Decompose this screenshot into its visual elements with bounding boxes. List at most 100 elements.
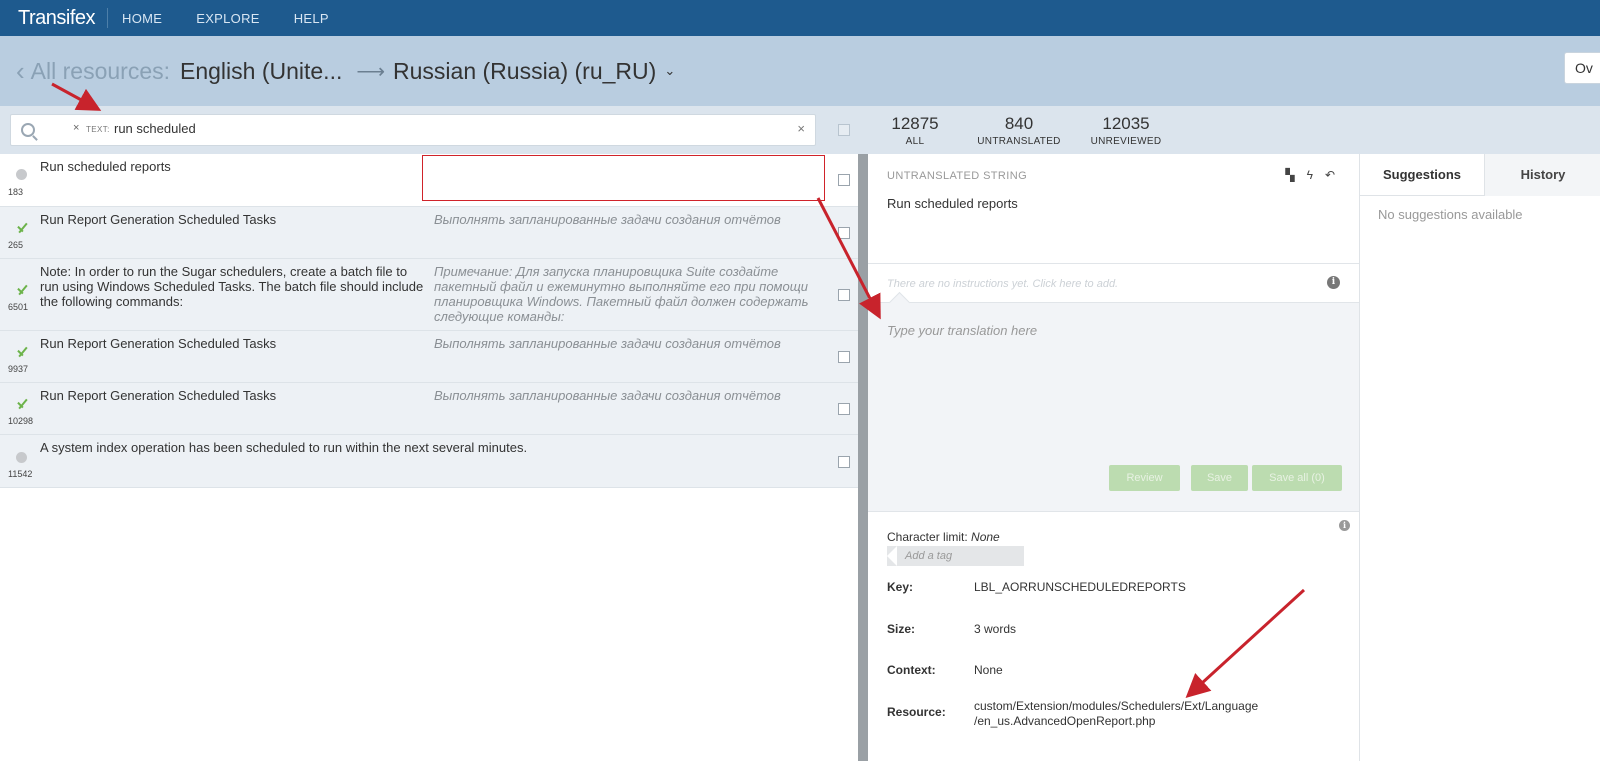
stat-untranslated-label: UNTRANSLATED xyxy=(977,136,1061,147)
untranslated-status-icon xyxy=(16,169,27,180)
translation-string: Выполнять запланированные задачи создани… xyxy=(434,212,781,227)
string-id: 183 xyxy=(8,187,24,197)
translation-placeholder: Type your translation here xyxy=(887,323,1038,338)
character-limit: Character limit: None xyxy=(887,530,1000,544)
source-string: A system index operation has been schedu… xyxy=(40,440,528,455)
source-language: English (Unite... xyxy=(180,57,343,84)
string-row[interactable]: 183 Run scheduled reports xyxy=(0,154,858,207)
string-row[interactable]: 11542 A system index operation has been … xyxy=(0,435,858,488)
pane-splitter[interactable] xyxy=(858,154,868,761)
source-text: Run scheduled reports xyxy=(887,196,1018,211)
lightning-icon[interactable]: ϟ xyxy=(1307,168,1313,182)
row-checkbox[interactable] xyxy=(838,289,850,301)
meta-resource-value-line1: custom/Extension/modules/Schedulers/Ext/… xyxy=(974,699,1259,713)
meta-resource-label: Resource: xyxy=(887,705,946,719)
stat-untranslated-count: 840 xyxy=(1004,114,1034,133)
add-tag-input[interactable]: Add a tag xyxy=(887,546,1024,566)
filter-bar: × TEXT: run scheduled × 12875 ALL 840 UN… xyxy=(0,106,1600,154)
string-id: 6501 xyxy=(8,302,29,312)
filter-tag-value: run scheduled xyxy=(114,121,196,136)
nav-link-home[interactable]: HOME xyxy=(122,11,162,26)
meta-key-label: Key: xyxy=(887,580,914,594)
save-all-button[interactable]: Save all (0) xyxy=(1252,465,1342,491)
nav-link-explore[interactable]: EXPLORE xyxy=(196,11,260,26)
string-id: 9937 xyxy=(8,364,29,374)
string-row[interactable]: 265 Run Report Generation Scheduled Task… xyxy=(0,207,858,259)
source-panel: UNTRANSLATED STRING ▚ ϟ ↶ Run scheduled … xyxy=(868,154,1359,264)
instructions-text: There are no instructions yet. Click her… xyxy=(887,278,1119,290)
meta-resource-value-line2: /en_us.AdvancedOpenReport.php xyxy=(974,714,1156,728)
checkmark-icon xyxy=(15,400,29,410)
overview-button[interactable]: Ov xyxy=(1564,52,1600,84)
suggestions-panel: Suggestions History No suggestions avail… xyxy=(1359,154,1600,761)
string-row[interactable]: 10298 Run Report Generation Scheduled Ta… xyxy=(0,383,858,435)
stat-unreviewed-label: UNREVIEWED xyxy=(1090,136,1162,147)
checkmark-icon xyxy=(15,224,29,234)
resource-header: ‹ All resources: English (Unite... ⟶ Rus… xyxy=(0,36,1600,106)
search-icon xyxy=(21,123,35,137)
string-id: 10298 xyxy=(8,416,34,426)
stat-all[interactable]: 12875 ALL xyxy=(884,114,946,147)
source-string: Note: In order to run the Sugar schedule… xyxy=(40,264,424,309)
string-row[interactable]: 6501 Note: In order to run the Sugar sch… xyxy=(0,259,858,331)
row-checkbox[interactable] xyxy=(838,227,850,239)
breadcrumb-all-resources[interactable]: All resources: xyxy=(31,58,170,85)
stat-unreviewed[interactable]: 12035 UNREVIEWED xyxy=(1086,114,1166,147)
stat-unreviewed-count: 12035 xyxy=(1102,114,1150,133)
row-checkbox[interactable] xyxy=(838,403,850,415)
string-details: i Character limit: None Add a tag Key: L… xyxy=(868,512,1359,761)
string-row[interactable]: 9937 Run Report Generation Scheduled Tas… xyxy=(0,331,858,383)
info-icon[interactable]: i xyxy=(1327,276,1340,289)
source-string: Run scheduled reports xyxy=(40,159,171,174)
tab-suggestions[interactable]: Suggestions xyxy=(1360,154,1484,196)
undo-icon[interactable]: ↶ xyxy=(1325,168,1335,182)
source-string: Run Report Generation Scheduled Tasks xyxy=(40,212,277,227)
review-button[interactable]: Review xyxy=(1109,465,1180,491)
stat-all-label: ALL xyxy=(905,136,925,147)
annotation-highlight-box xyxy=(422,155,825,201)
row-checkbox[interactable] xyxy=(838,456,850,468)
remove-filter-icon[interactable]: × xyxy=(73,122,79,134)
translation-string: Выполнять запланированные задачи создани… xyxy=(434,388,781,403)
save-button[interactable]: Save xyxy=(1191,465,1248,491)
no-suggestions-text: No suggestions available xyxy=(1378,207,1523,222)
string-id: 265 xyxy=(8,240,24,250)
meta-context-value: None xyxy=(974,663,1003,677)
meta-size-label: Size: xyxy=(887,622,916,636)
translation-string: Примечание: Для запуска планировщика Sui… xyxy=(434,264,809,324)
chevron-down-icon[interactable]: ⌄ xyxy=(664,63,675,79)
top-nav: Transifex HOME EXPLORE HELP xyxy=(0,0,1600,36)
arrow-right-icon: ⟶ xyxy=(356,60,386,83)
source-string: Run Report Generation Scheduled Tasks xyxy=(40,336,277,351)
details-info-icon[interactable]: i xyxy=(1339,520,1350,531)
nav-link-help[interactable]: HELP xyxy=(294,11,329,26)
checkmark-icon xyxy=(15,348,29,358)
translation-editor: UNTRANSLATED STRING ▚ ϟ ↶ Run scheduled … xyxy=(868,154,1359,761)
target-language[interactable]: Russian (Russia) (ru_RU) xyxy=(393,58,656,85)
search-input[interactable]: × TEXT: run scheduled × xyxy=(10,114,816,146)
character-limit-value: None xyxy=(971,530,1000,544)
stat-all-count: 12875 xyxy=(891,114,939,133)
filter-tag-label: TEXT: xyxy=(86,125,110,134)
instructions-area[interactable]: There are no instructions yet. Click her… xyxy=(868,264,1359,302)
brand-logo[interactable]: Transifex xyxy=(0,8,109,28)
row-checkbox[interactable] xyxy=(838,174,850,186)
meta-key-value: LBL_AORRUNSCHEDULEDREPORTS xyxy=(974,580,1186,594)
source-string: Run Report Generation Scheduled Tasks xyxy=(40,388,277,403)
suggestions-tabs: Suggestions History xyxy=(1360,154,1600,196)
back-chevron-icon[interactable]: ‹ xyxy=(16,58,25,84)
stat-untranslated[interactable]: 840 UNTRANSLATED xyxy=(972,114,1066,147)
meta-context-label: Context: xyxy=(887,663,936,677)
untranslated-status-icon xyxy=(16,452,27,463)
string-id: 11542 xyxy=(8,469,33,479)
copy-source-icon[interactable]: ▚ xyxy=(1285,168,1294,182)
clear-search-icon[interactable]: × xyxy=(797,121,805,136)
translation-input[interactable]: Type your translation here Review Save S… xyxy=(868,302,1359,512)
tab-history[interactable]: History xyxy=(1484,154,1600,196)
row-checkbox[interactable] xyxy=(838,351,850,363)
string-list: 183 Run scheduled reports 265 Run Report… xyxy=(0,154,858,761)
character-limit-label: Character limit: xyxy=(887,530,968,544)
source-title: UNTRANSLATED STRING xyxy=(887,170,1028,182)
select-all-checkbox[interactable] xyxy=(838,124,850,136)
meta-size-value: 3 words xyxy=(974,622,1017,636)
